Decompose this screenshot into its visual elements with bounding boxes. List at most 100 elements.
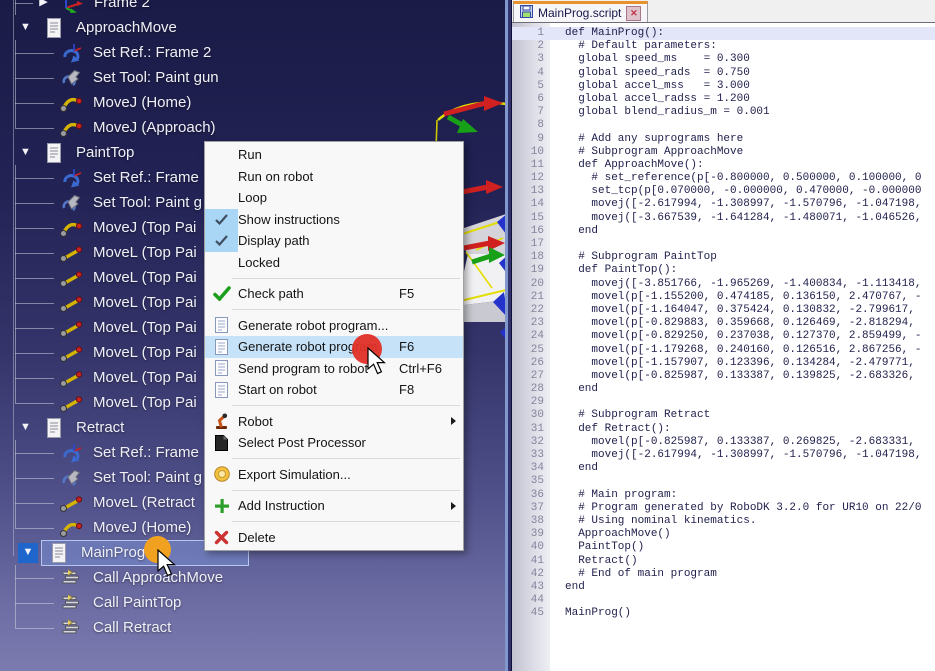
- line-number: 36: [512, 489, 550, 502]
- script-editor-panel: MainProg.script ✕ 1def MainProg():2 # De…: [512, 0, 935, 671]
- code-line[interactable]: 12 # set_reference(p[-0.800000, 0.500000…: [512, 172, 935, 185]
- code-area[interactable]: 1def MainProg():2 # Default parameters:3…: [512, 23, 935, 671]
- menu-item-robot[interactable]: Robot: [205, 411, 463, 433]
- tab-mainprog-script[interactable]: MainProg.script ✕: [513, 1, 648, 22]
- code-line[interactable]: 15 movej([-3.667539, -1.641284, -1.48007…: [512, 212, 935, 225]
- code-line[interactable]: 16 end: [512, 225, 935, 238]
- collapse-toggle-icon[interactable]: ▼: [18, 543, 38, 563]
- code-line[interactable]: 3 global speed_ms = 0.300: [512, 53, 935, 66]
- code-line[interactable]: 35: [512, 475, 935, 488]
- code-text: set_tcp(p[0.070000, -0.000000, 0.470000,…: [550, 185, 921, 198]
- menu-item-loop[interactable]: Loop: [205, 187, 463, 209]
- line-number: 39: [512, 528, 550, 541]
- submenu-arrow-icon: [451, 417, 456, 425]
- menu-item-select-post-processor[interactable]: Select Post Processor: [205, 432, 463, 454]
- code-line[interactable]: 7 global blend_radius_m = 0.001: [512, 106, 935, 119]
- code-line[interactable]: 24 movel(p[-0.829250, 0.237038, 0.127370…: [512, 330, 935, 343]
- code-line[interactable]: 38 # Using nominal kinematics.: [512, 515, 935, 528]
- menu-item-delete[interactable]: Delete: [205, 527, 463, 549]
- code-line[interactable]: 22 movel(p[-1.164047, 0.375424, 0.130832…: [512, 304, 935, 317]
- code-line[interactable]: 42 # End of main program: [512, 568, 935, 581]
- code-line[interactable]: 34 end: [512, 462, 935, 475]
- code-line[interactable]: 18 # Subprogram PaintTop: [512, 251, 935, 264]
- code-line[interactable]: 40 PaintTop(): [512, 541, 935, 554]
- code-line[interactable]: 36 # Main program:: [512, 489, 935, 502]
- code-line[interactable]: 19 def PaintTop():: [512, 264, 935, 277]
- menu-item-label: Show instructions: [238, 212, 457, 227]
- code-line[interactable]: 6 global accel_radss = 1.200: [512, 93, 935, 106]
- program-icon: [46, 542, 72, 564]
- collapse-toggle-icon[interactable]: ▼: [18, 422, 33, 433]
- code-text: movel(p[-1.157907, 0.123396, 0.134284, -…: [550, 357, 915, 370]
- tree-item-frame-2[interactable]: ▶Frame 2: [0, 0, 505, 15]
- menu-item-send-program-to-robot[interactable]: Send program to robotCtrl+F6: [205, 358, 463, 380]
- code-text: # Using nominal kinematics.: [550, 515, 756, 528]
- code-line[interactable]: 32 movel(p[-0.825987, 0.133387, 0.269825…: [512, 436, 935, 449]
- tree-item-call-painttop[interactable]: Call PaintTop: [0, 590, 505, 615]
- movel-icon: [58, 392, 84, 414]
- tree-item-call-retract[interactable]: Call Retract: [0, 615, 505, 640]
- collapse-toggle-icon[interactable]: ▼: [18, 147, 33, 158]
- checkmark-icon: [205, 230, 238, 252]
- menu-item-add-instruction[interactable]: Add Instruction: [205, 495, 463, 517]
- menu-item-display-path[interactable]: Display path: [205, 230, 463, 252]
- code-line[interactable]: 43end: [512, 581, 935, 594]
- menu-item-show-instructions[interactable]: Show instructions: [205, 209, 463, 231]
- code-line[interactable]: 17: [512, 238, 935, 251]
- tree-item-label: MoveJ (Home): [93, 94, 191, 111]
- code-line[interactable]: 10 # Subprogram ApproachMove: [512, 146, 935, 159]
- code-line[interactable]: 23 movel(p[-0.829883, 0.359668, 0.126469…: [512, 317, 935, 330]
- code-line[interactable]: 27 movel(p[-0.825987, 0.133387, 0.139825…: [512, 370, 935, 383]
- program-icon: [41, 142, 67, 164]
- panel-splitter[interactable]: [505, 0, 512, 671]
- code-line[interactable]: 9 # Add any suprograms here: [512, 133, 935, 146]
- code-line[interactable]: 5 global accel_mss = 3.000: [512, 80, 935, 93]
- code-line[interactable]: 45MainProg(): [512, 607, 935, 620]
- menu-item-run[interactable]: Run: [205, 144, 463, 166]
- code-line[interactable]: 39 ApproachMove(): [512, 528, 935, 541]
- menu-item-export-simulation[interactable]: Export Simulation...: [205, 464, 463, 486]
- code-line[interactable]: 14 movej([-2.617994, -1.308997, -1.57079…: [512, 198, 935, 211]
- menu-icon-empty: [205, 166, 238, 188]
- menu-item-check-path[interactable]: Check pathF5: [205, 283, 463, 305]
- code-line[interactable]: 41 Retract(): [512, 555, 935, 568]
- code-line[interactable]: 29: [512, 396, 935, 409]
- code-line[interactable]: 2 # Default parameters:: [512, 40, 935, 53]
- save-icon: [520, 5, 533, 21]
- code-line[interactable]: 30 # Subprogram Retract: [512, 409, 935, 422]
- collapse-toggle-icon[interactable]: ▼: [18, 22, 33, 33]
- tree-item-label: MoveL (Top Pai: [93, 269, 197, 286]
- tree-item-movej-approach[interactable]: MoveJ (Approach): [0, 115, 505, 140]
- code-line[interactable]: 11 def ApproachMove():: [512, 159, 935, 172]
- menu-item-locked[interactable]: Locked: [205, 252, 463, 274]
- menu-item-generate-robot-program[interactable]: Generate robot program...: [205, 315, 463, 337]
- code-line[interactable]: 21 movel(p[-1.155200, 0.474185, 0.136150…: [512, 291, 935, 304]
- menu-item-run-on-robot[interactable]: Run on robot: [205, 166, 463, 188]
- expand-toggle-icon[interactable]: ▶: [36, 0, 51, 8]
- menu-item-generate-robot-program[interactable]: Generate robot programF6: [205, 336, 463, 358]
- code-line[interactable]: 33 movej([-2.617994, -1.308997, -1.57079…: [512, 449, 935, 462]
- code-line[interactable]: 28 end: [512, 383, 935, 396]
- code-line[interactable]: 4 global speed_rads = 0.750: [512, 67, 935, 80]
- tree-item-set-ref-frame-2[interactable]: Set Ref.: Frame 2: [0, 40, 505, 65]
- code-line[interactable]: 31 def Retract():: [512, 423, 935, 436]
- code-line[interactable]: 44: [512, 594, 935, 607]
- code-text: [550, 119, 565, 132]
- tree-item-movej-home[interactable]: MoveJ (Home): [0, 90, 505, 115]
- code-line[interactable]: 37 # Program generated by RoboDK 3.2.0 f…: [512, 502, 935, 515]
- line-number: 45: [512, 607, 550, 620]
- code-text: [550, 238, 565, 251]
- code-line[interactable]: 1def MainProg():: [512, 27, 935, 40]
- line-number: 15: [512, 212, 550, 225]
- code-line[interactable]: 25 movel(p[-1.179268, 0.240160, 0.126516…: [512, 344, 935, 357]
- tree-connector: [12, 440, 58, 465]
- menu-item-start-on-robot[interactable]: Start on robotF8: [205, 379, 463, 401]
- code-line[interactable]: 13 set_tcp(p[0.070000, -0.000000, 0.4700…: [512, 185, 935, 198]
- tree-item-set-tool-paint-gun[interactable]: Set Tool: Paint gun: [0, 65, 505, 90]
- code-line[interactable]: 26 movel(p[-1.157907, 0.123396, 0.134284…: [512, 357, 935, 370]
- tab-close-icon[interactable]: ✕: [626, 6, 641, 21]
- code-line[interactable]: 20 movej([-3.851766, -1.965269, -1.40083…: [512, 278, 935, 291]
- tree-item-call-approachmove[interactable]: Call ApproachMove: [0, 565, 505, 590]
- code-line[interactable]: 8: [512, 119, 935, 132]
- tree-item-approachmove[interactable]: ▼ApproachMove: [0, 15, 505, 40]
